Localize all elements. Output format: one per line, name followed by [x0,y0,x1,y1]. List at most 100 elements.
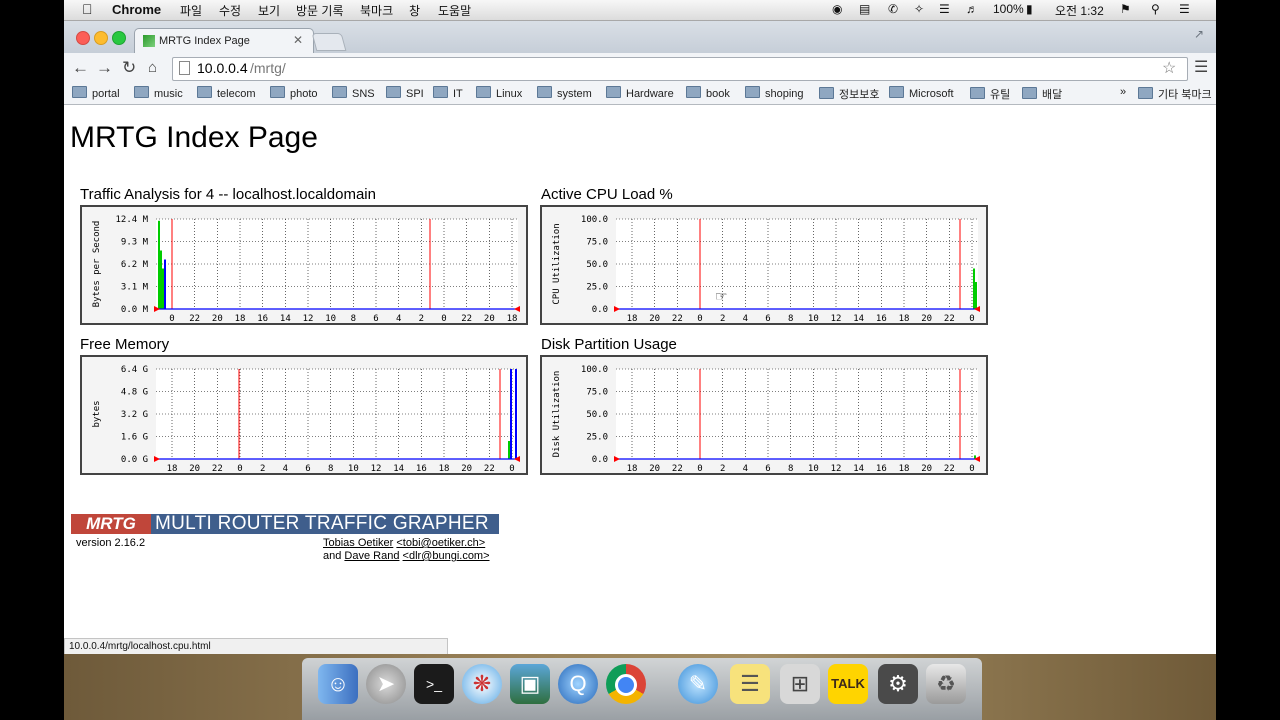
safari-icon[interactable]: ❋ [462,664,502,704]
version-text: version 2.16.2 [76,537,146,549]
photos-icon[interactable]: ▣ [510,664,550,704]
x-tick-label: 10 [808,314,819,323]
bluetooth-icon[interactable]: ✧ [914,2,924,16]
fullscreen-icon[interactable]: ↗ [1194,27,1204,41]
y-tick-label: 25.0 [586,283,608,293]
address-bar[interactable]: 10.0.0.4 /mrtg/ ☆ [172,57,1188,81]
minimize-window-button[interactable] [94,31,108,45]
trash-icon[interactable]: ♻ [926,664,966,704]
reload-button[interactable]: ↻ [122,58,136,78]
x-tick-label: 6 [765,464,770,473]
bookmark-folder[interactable]: 배달 [1022,86,1062,102]
y-tick-label: 9.3 M [121,238,149,248]
bookmark-folder[interactable]: Microsoft [889,86,954,100]
x-tick-label: 8 [328,464,333,473]
record-icon[interactable]: ◉ [832,2,842,16]
bookmark-folder[interactable]: telecom [197,86,256,100]
bookmark-folder[interactable]: SPI [386,86,424,100]
screen:  Chrome 파일 수정 보기 방문 기록 북마크 창 도움말 ◉ ▤ ✆ … [64,0,1216,720]
bookmark-folder[interactable]: IT [433,86,463,100]
x-tick-label: 12 [831,314,842,323]
x-tick-label: 20 [461,464,472,473]
bookmark-folder[interactable]: photo [270,86,318,100]
other-bookmarks[interactable]: 기타 북마크 [1138,86,1212,102]
bookmark-folder[interactable]: 유틸 [970,86,1010,102]
cpu-graph-link[interactable]: 100.0 75.0 50.0 25.0 0.0 18 20 22 0 2 4 6 8 10 12 14 16 1… [540,205,988,325]
traffic-graph-link[interactable]: 12.4 M 9.3 M 6.2 M 3.1 M 0.0 M 0 22 20 18 16 14 12 1… [80,205,528,325]
y-tick-label: 6.2 M [121,260,149,270]
x-tick-label: 14 [393,464,404,473]
bookmark-folder[interactable]: portal [72,86,120,100]
x-tick-label: 0 [441,314,446,323]
author2-email-link[interactable]: <dlr@bungi.com> [403,550,490,562]
x-tick-label: 8 [788,314,793,323]
kakaotalk-icon[interactable]: TALK [828,664,868,704]
battery-percent[interactable]: 100% [993,2,1024,16]
menu-history[interactable]: 방문 기록 [296,2,344,19]
bookmark-folder[interactable]: Linux [476,86,522,100]
author-line-2: and Dave Rand <dlr@bungi.com> [323,550,490,562]
menu-icon[interactable]: ☰ [1194,58,1208,78]
chrome-icon[interactable] [606,664,646,704]
messages-icon[interactable]: ✎ [678,664,718,704]
spotlight-icon[interactable]: ⚲ [1151,2,1160,16]
menu-view[interactable]: 보기 [258,2,280,19]
bookmark-folder[interactable]: 정보보호 [819,86,879,102]
clock[interactable]: 오전 1:32 [1055,2,1104,19]
x-tick-label: 12 [303,314,314,323]
menu-help[interactable]: 도움말 [438,2,471,19]
bookmark-folder[interactable]: music [134,86,183,100]
apple-icon[interactable]:  [82,1,93,17]
menu-app-name[interactable]: Chrome [112,2,161,17]
forward-button[interactable]: → [96,58,113,78]
x-tick-label: 18 [899,464,910,473]
author2-link[interactable]: Dave Rand [344,550,399,562]
tab-close-icon[interactable]: ✕ [293,33,303,47]
bookmark-folder[interactable]: Hardware [606,86,674,100]
launchpad-icon[interactable]: ➤ [366,664,406,704]
zoom-window-button[interactable] [112,31,126,45]
home-button[interactable]: ⌂ [148,58,157,78]
keyboard-icon[interactable]: ▤ [859,2,870,16]
volume-icon[interactable]: ♬ [966,2,978,16]
quicktime-icon[interactable]: Q [558,664,598,704]
memory-graph-link[interactable]: 6.4 G 4.8 G 3.2 G 1.6 G 0.0 G 18 20 22 0 2 4 6 8 10 12… [80,355,528,475]
menu-window[interactable]: 창 [409,2,420,19]
mrtg-logo[interactable]: MRTG MULTI ROUTER TRAFFIC GRAPHER [71,514,499,534]
menu-file[interactable]: 파일 [180,2,202,19]
stickies-icon[interactable]: ☰ [730,664,770,704]
bookmark-folder[interactable]: system [537,86,592,100]
preview-icon[interactable]: ⚙ [878,664,918,704]
battery-icon[interactable]: ▮ [1026,2,1033,16]
finder-icon[interactable]: ☺ [318,664,358,704]
y-tick-label: 100.0 [581,365,608,375]
wifi-icon[interactable]: ☰ [939,2,950,16]
author1-email-link[interactable]: <tobi@oetiker.ch> [396,537,485,549]
x-tick-label: 8 [788,464,793,473]
bookmark-folder[interactable]: book [686,86,730,100]
close-window-button[interactable] [76,31,90,45]
bookmark-folder[interactable]: shoping [745,86,804,100]
author1-link[interactable]: Tobias Oetiker [323,537,393,549]
tab-mrtg-index[interactable]: MRTG Index Page ✕ [134,28,314,55]
notification-center-icon[interactable]: ☰ [1179,2,1190,16]
bookmark-star-icon[interactable]: ☆ [1162,58,1176,78]
graph-title-cpu: Active CPU Load % [541,186,673,203]
disk-graph-link[interactable]: 100.0 75.0 50.0 25.0 0.0 18 20 22 0 2 4 6 8 10 12 14 16 1… [540,355,988,475]
y-tick-label: 6.4 G [121,365,148,375]
phone-icon[interactable]: ✆ [888,2,898,16]
x-tick-label: 22 [461,314,472,323]
terminal-icon[interactable]: >_ [414,664,454,704]
y-tick-label: 0.0 [592,455,608,465]
new-tab-button[interactable] [311,33,347,51]
flag-icon[interactable]: ⚑ [1120,2,1131,16]
and-text: and [323,550,342,562]
back-button[interactable]: ← [72,58,89,78]
bookmark-folder[interactable]: SNS [332,86,375,100]
calculator-icon[interactable]: ⊞ [780,664,820,704]
menu-bookmarks[interactable]: 북마크 [360,2,393,19]
x-tick-label: 12 [831,464,842,473]
bookmarks-overflow-button[interactable]: » [1120,86,1126,98]
y-axis-label: Bytes per Second [92,221,102,308]
menu-edit[interactable]: 수정 [219,2,241,19]
